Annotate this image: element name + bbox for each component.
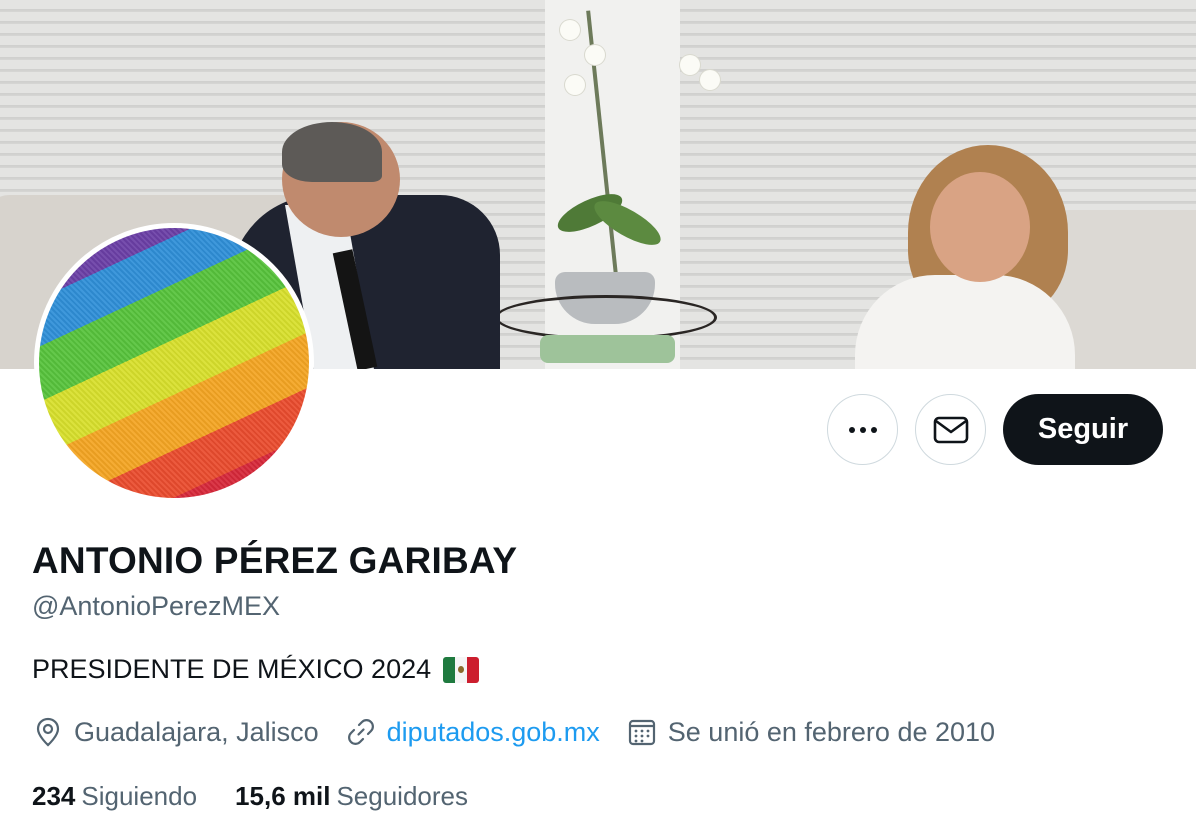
banner-glass-table [495,295,717,340]
location-text: Guadalajara, Jalisco [74,716,319,747]
profile-join-date: Se unió en febrero de 2010 [626,716,995,748]
join-date-text: Se unió en febrero de 2010 [667,716,996,747]
following-stat[interactable]: 234 Siguiendo [32,781,197,812]
more-options-button[interactable] [827,394,898,465]
followers-count: 15,6 mil [235,781,331,811]
follow-button[interactable]: Seguir [1003,394,1163,465]
website-link[interactable]: diputados.gob.mx [387,717,600,748]
mexico-flag-icon [443,656,480,683]
following-count: 234 [32,781,76,811]
envelope-icon [933,416,968,443]
followers-label: Seguidores [336,781,468,811]
profile-meta: Guadalajara, Jalisco diputados.gob.mx Se… [32,716,1021,748]
banner-orchid-flower [700,70,720,90]
banner-man-hair [282,122,382,182]
profile-avatar[interactable] [34,223,314,503]
profile-handle: @AntonioPerezMEX [32,591,281,621]
avatar-texture [39,228,309,498]
profile-display-name: ANTONIO PÉREZ GARIBAY [32,540,518,581]
following-label: Siguiendo [81,781,198,811]
banner-orchid-flower [560,20,580,40]
message-button[interactable] [915,394,986,465]
link-icon [347,719,374,745]
profile-location: Guadalajara, Jalisco [32,716,319,748]
profile-stats: 234 Siguiendo 15,6 mil Seguidores [32,781,506,812]
bio-text: PRESIDENTE DE MÉXICO 2024 [32,654,432,684]
banner-orchid-flower [680,55,700,75]
location-pin-icon [36,717,60,747]
followers-stat[interactable]: 15,6 mil Seguidores [235,781,468,812]
banner-table-shelf [540,335,675,363]
banner-orchid-flower [565,75,585,95]
calendar-icon [628,719,655,746]
banner-orchid-flower [585,45,605,65]
banner-woman-face [930,172,1030,282]
more-dots-icon [848,426,877,433]
profile-website[interactable]: diputados.gob.mx [345,716,600,748]
profile-bio: PRESIDENTE DE MÉXICO 2024 [32,654,480,685]
